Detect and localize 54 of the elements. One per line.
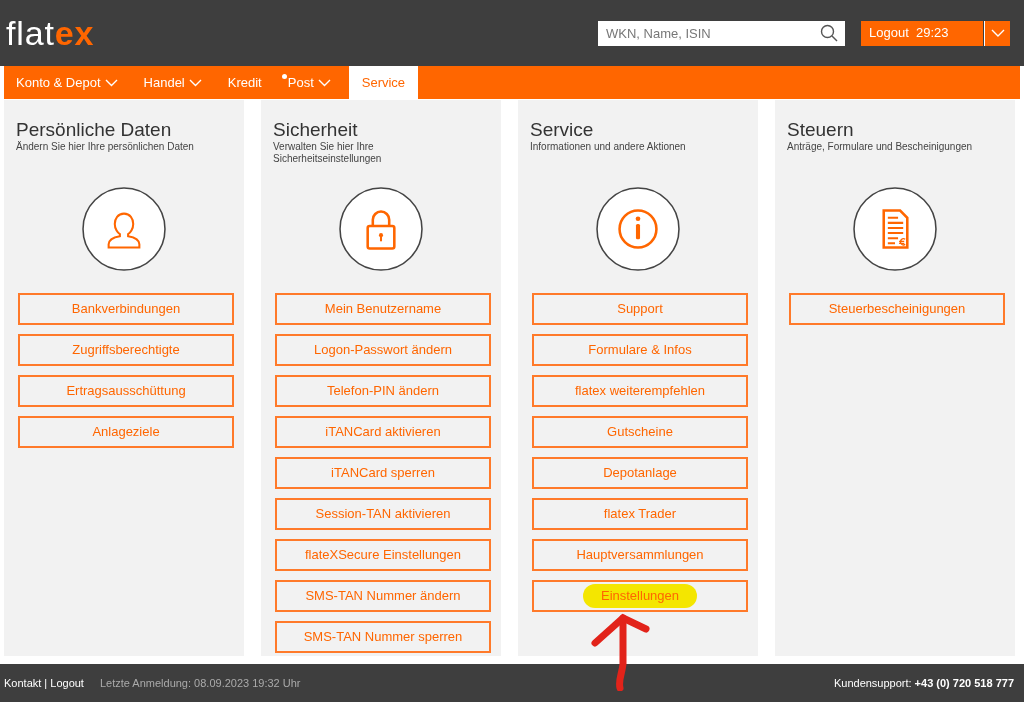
notification-dot: [281, 74, 287, 79]
card-title: Sicherheit: [273, 119, 359, 140]
menu-button[interactable]: Mein Benutzername: [275, 293, 491, 325]
last-login-text: Letzte Anmeldung: 08.09.2023 19:32 Uhr: [99, 675, 301, 691]
menu-button[interactable]: flatex Trader: [532, 498, 748, 530]
menu-button[interactable]: Formulare & Infos: [532, 334, 748, 366]
menu-button[interactable]: Session-TAN aktivieren: [275, 498, 491, 530]
padlock-icon: [339, 187, 423, 271]
logout-button[interactable]: Logout 29:23: [861, 20, 983, 46]
support-label: Kundensupport:: [833, 675, 912, 691]
info-icon: [596, 187, 680, 271]
nav-tab[interactable]: Kredit: [219, 66, 270, 99]
menu-button[interactable]: Hauptversammlungen: [532, 539, 748, 571]
card-subtitle: Anträge, Formulare und Bescheinigungen: [787, 141, 974, 154]
menu-button[interactable]: SMS-TAN Nummer ändern: [275, 580, 491, 612]
person-icon: [82, 187, 166, 271]
nav-tab[interactable]: Konto & Depot: [8, 66, 126, 99]
dropdown-button[interactable]: [984, 20, 1010, 46]
menu-button[interactable]: Depotanlage: [532, 457, 748, 489]
nav-tab[interactable]: Handel: [135, 66, 210, 99]
card-subtitle: Verwalten Sie hier Ihre Sicherheitseinstellungen: [273, 141, 383, 166]
menu-button[interactable]: iTANCard sperren: [275, 457, 491, 489]
menu-button[interactable]: Logon-Passwort ändern: [275, 334, 491, 366]
nav-tab[interactable]: Post: [279, 66, 339, 99]
menu-button[interactable]: Telefon-PIN ändern: [275, 375, 491, 407]
support-phone: +43 (0) 720 518 777: [914, 675, 1014, 691]
card-subtitle: Informationen und andere Aktionen: [530, 141, 687, 154]
menu-button[interactable]: flatex weiterempfehlen: [532, 375, 748, 407]
menu-button[interactable]: Gutscheine: [532, 416, 748, 448]
nav-tab[interactable]: Service: [348, 66, 419, 99]
search-field[interactable]: WKN, Name, ISIN: [598, 20, 845, 46]
menu-button[interactable]: Bankverbindungen: [18, 293, 234, 325]
logo[interactable]: flatex: [6, 16, 95, 50]
menu-button[interactable]: flateXSecure Einstellungen: [275, 539, 491, 571]
document-icon: [853, 187, 937, 271]
menu-button[interactable]: Ertragsausschüttung: [18, 375, 234, 407]
card-subtitle: Ändern Sie hier Ihre persönlichen Daten: [16, 141, 195, 154]
menu-button[interactable]: Zugriffsberechtigte: [18, 334, 234, 366]
caret-icon: [104, 78, 118, 87]
menu-button[interactable]: Steuerbescheinigungen: [789, 293, 1005, 325]
menu-button[interactable]: Support: [532, 293, 748, 325]
card-title: Persönliche Daten: [16, 119, 173, 140]
caret-icon: [188, 78, 202, 87]
menu-button[interactable]: Einstellungen: [532, 580, 748, 612]
search-icon[interactable]: [820, 23, 838, 42]
caret-icon: [317, 78, 331, 87]
menu-button[interactable]: Anlageziele: [18, 416, 234, 448]
chevron-down-icon: [990, 29, 1005, 37]
card-title: Service: [530, 119, 595, 140]
highlighter-mark: Einstellungen: [582, 584, 698, 608]
menu-button[interactable]: SMS-TAN Nummer sperren: [275, 621, 491, 653]
card-title: Steuern: [787, 119, 855, 140]
footer-links[interactable]: Kontakt | Logout: [4, 674, 84, 692]
menu-button[interactable]: iTANCard aktivieren: [275, 416, 491, 448]
